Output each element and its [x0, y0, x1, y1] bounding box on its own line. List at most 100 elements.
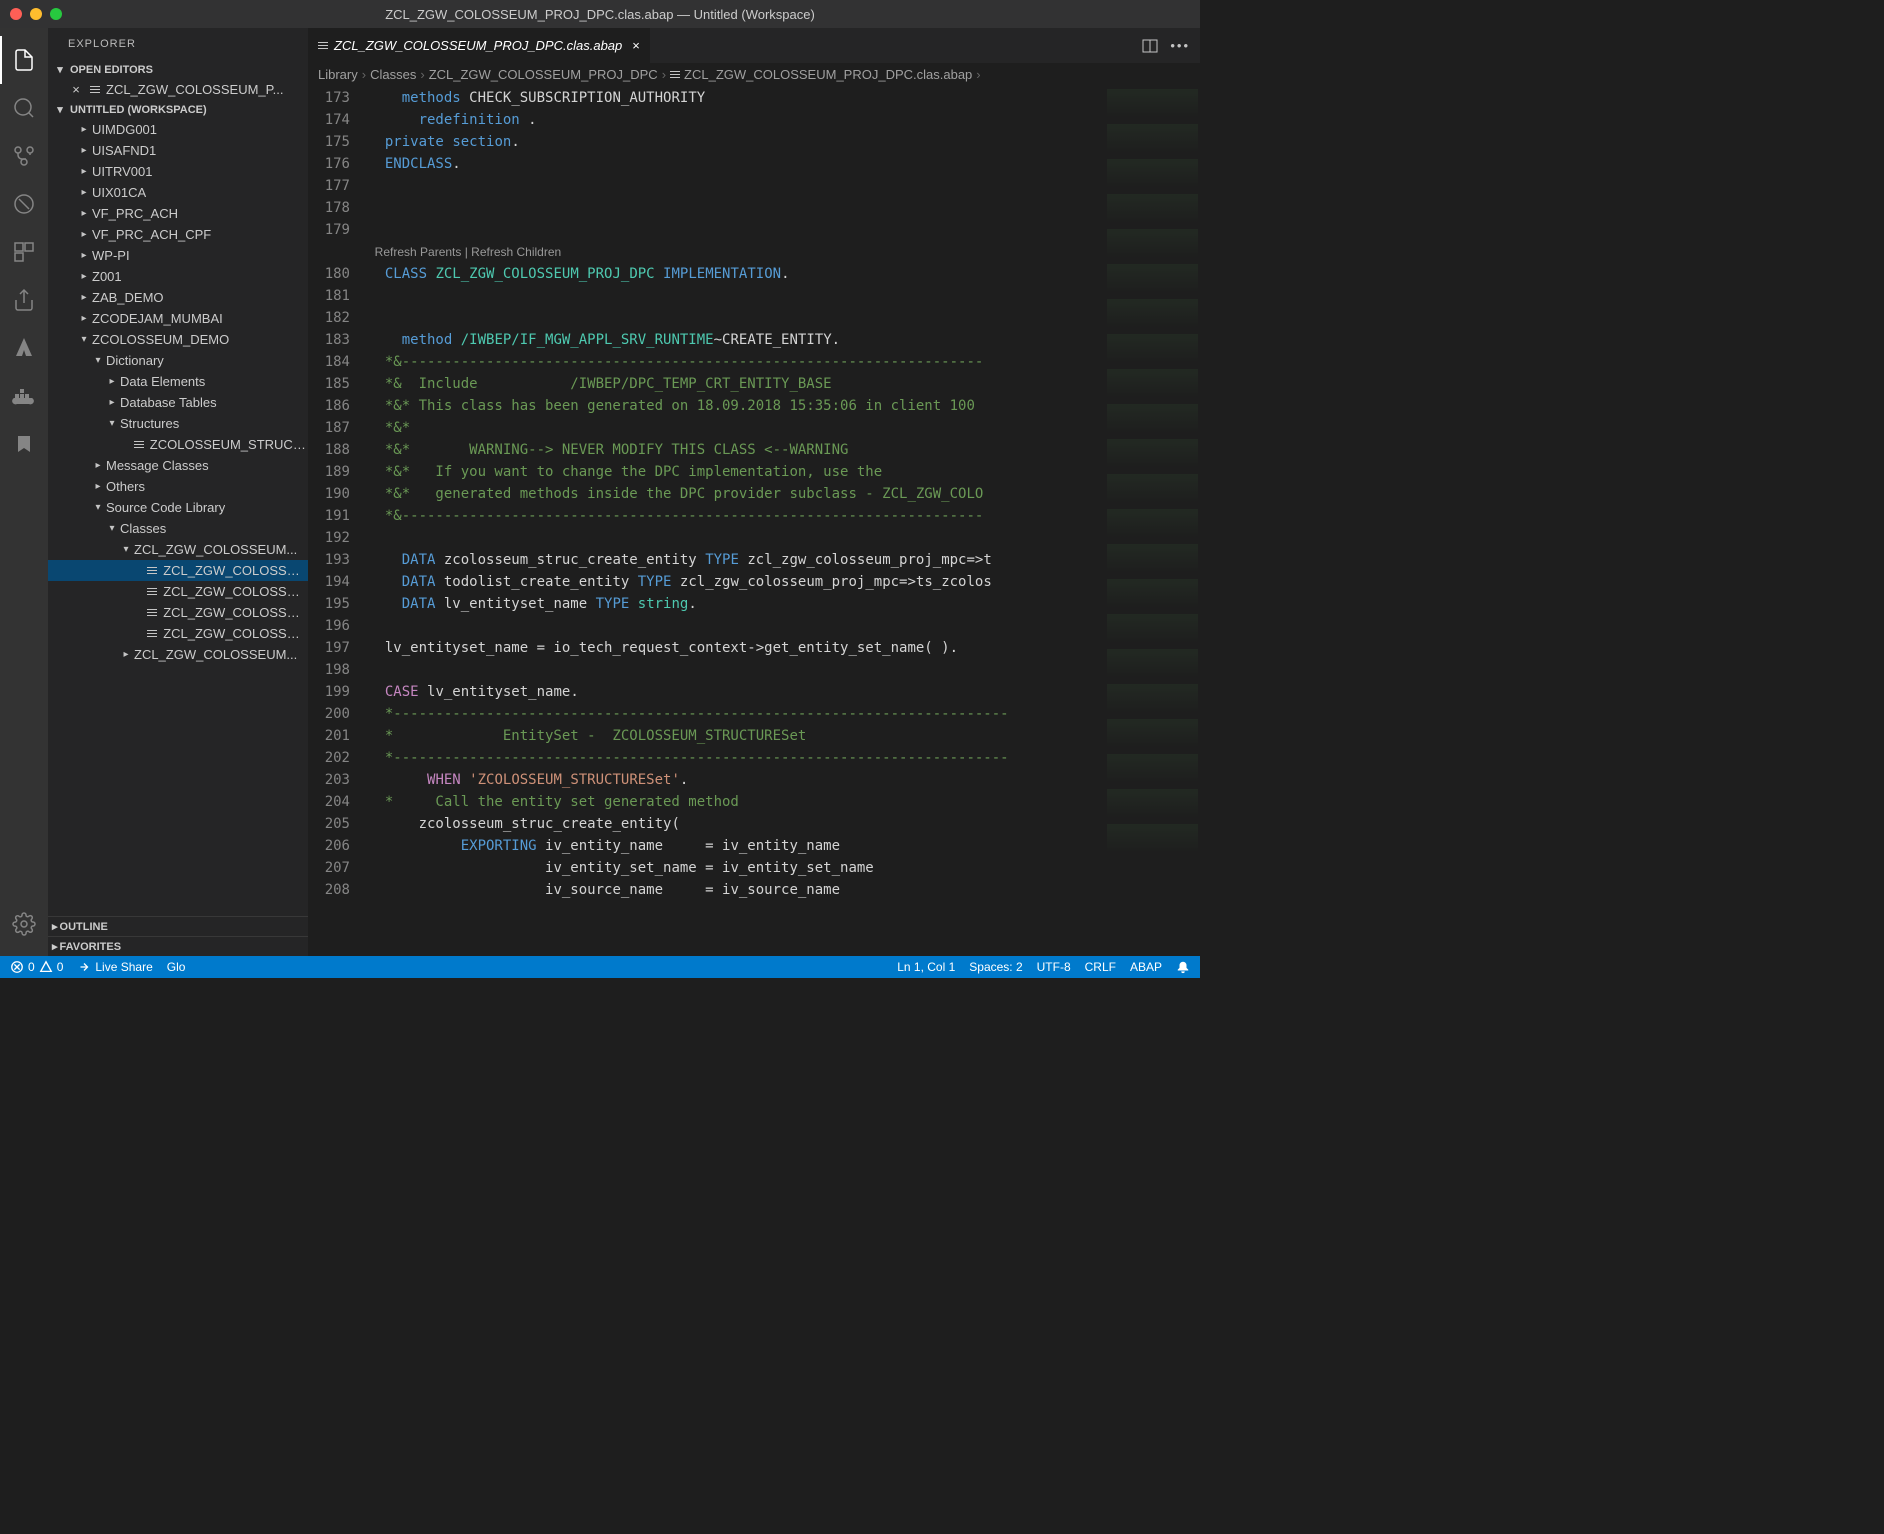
workspace-section[interactable]: ▾ UNTITLED (WORKSPACE): [48, 100, 308, 119]
maximize-window-button[interactable]: [50, 8, 62, 20]
minimize-window-button[interactable]: [30, 8, 42, 20]
chevron-right-icon: ▸: [76, 208, 92, 219]
line-number-gutter: 1731741751761771781791801811821831841851…: [308, 87, 368, 956]
status-glo[interactable]: Glo: [167, 960, 186, 974]
share-icon: [12, 288, 36, 312]
extensions-activity[interactable]: [0, 228, 48, 276]
tree-item[interactable]: ▸VF_PRC_ACH_CPF: [48, 224, 308, 245]
tree-item-label: Structures: [120, 416, 179, 431]
tree-item[interactable]: ▸WP-PI: [48, 245, 308, 266]
chevron-down-icon: ▾: [104, 418, 120, 429]
split-editor-icon[interactable]: [1142, 38, 1158, 54]
open-editors-section[interactable]: ▾ OPEN EDITORS: [48, 60, 308, 79]
tree-item[interactable]: ▾Classes: [48, 518, 308, 539]
tree-item[interactable]: ▸UIMDG001: [48, 119, 308, 140]
outline-section[interactable]: ▸ OUTLINE: [48, 916, 308, 936]
file-icon: [147, 609, 157, 616]
sidebar-title: EXPLORER: [48, 28, 308, 60]
tree-item[interactable]: ▸ZCODEJAM_MUMBAI: [48, 308, 308, 329]
tree-item[interactable]: ▾Source Code Library: [48, 497, 308, 518]
settings-activity[interactable]: [0, 900, 48, 948]
tree-item[interactable]: ▾Dictionary: [48, 350, 308, 371]
tree-item-label: VF_PRC_ACH: [92, 206, 178, 221]
tree-item[interactable]: ZCL_ZGW_COLOSSEU...: [48, 623, 308, 644]
window-title: ZCL_ZGW_COLOSSEUM_PROJ_DPC.clas.abap — U…: [385, 7, 815, 22]
status-liveshare[interactable]: Live Share: [77, 960, 152, 974]
source-control-activity[interactable]: [0, 132, 48, 180]
sidebar: EXPLORER ▾ OPEN EDITORS × ZCL_ZGW_COLOSS…: [48, 28, 308, 956]
tree-item[interactable]: ▸ZCL_ZGW_COLOSSEUM...: [48, 644, 308, 665]
breadcrumb-item[interactable]: ZCL_ZGW_COLOSSEUM_PROJ_DPC: [429, 67, 658, 82]
status-notifications[interactable]: [1176, 960, 1190, 974]
chevron-right-icon: ▸: [76, 313, 92, 324]
tree-item[interactable]: ▸UISAFND1: [48, 140, 308, 161]
tree-item[interactable]: ZCL_ZGW_COLOSSEU...: [48, 581, 308, 602]
status-cursor-position[interactable]: Ln 1, Col 1: [897, 960, 955, 974]
tree-item-label: ZCOLOSSEUM_STRUCT...: [150, 437, 308, 452]
status-eol[interactable]: CRLF: [1085, 960, 1116, 974]
more-actions-icon[interactable]: •••: [1170, 38, 1190, 53]
tree-item[interactable]: ▸Message Classes: [48, 455, 308, 476]
minimap[interactable]: [1105, 87, 1200, 956]
close-window-button[interactable]: [10, 8, 22, 20]
tree-item-label: UITRV001: [92, 164, 152, 179]
tree-item[interactable]: ▾ZCOLOSSEUM_DEMO: [48, 329, 308, 350]
chevron-right-icon: ▸: [52, 940, 58, 953]
breadcrumb-item[interactable]: ZCL_ZGW_COLOSSEUM_PROJ_DPC.clas.abap: [684, 67, 972, 82]
tree-item-label: Message Classes: [106, 458, 209, 473]
bookmark-activity[interactable]: [0, 420, 48, 468]
azure-icon: [12, 336, 36, 360]
tree-item[interactable]: ZCL_ZGW_COLOSSEU...: [48, 560, 308, 581]
git-branch-icon: [12, 144, 36, 168]
tree-item[interactable]: ▸Z001: [48, 266, 308, 287]
tree-item[interactable]: ▾Structures: [48, 413, 308, 434]
tree-item[interactable]: ▸Database Tables: [48, 392, 308, 413]
file-tree[interactable]: ▸UIMDG001▸UISAFND1▸UITRV001▸UIX01CA▸VF_P…: [48, 119, 308, 916]
status-errors[interactable]: 0 0: [10, 960, 63, 974]
chevron-right-icon: ▸: [76, 292, 92, 303]
tree-item[interactable]: ZCOLOSSEUM_STRUCT...: [48, 434, 308, 455]
tree-item[interactable]: ZCL_ZGW_COLOSSEU...: [48, 602, 308, 623]
chevron-down-icon: ▾: [90, 502, 106, 513]
status-indentation[interactable]: Spaces: 2: [969, 960, 1022, 974]
tree-item[interactable]: ▸UIX01CA: [48, 182, 308, 203]
tree-item[interactable]: ▸ZAB_DEMO: [48, 287, 308, 308]
tree-item[interactable]: ▸Data Elements: [48, 371, 308, 392]
tree-item-label: ZCOLOSSEUM_DEMO: [92, 332, 229, 347]
tree-item[interactable]: ▸UITRV001: [48, 161, 308, 182]
breadcrumb-item[interactable]: Library: [318, 67, 358, 82]
activity-bar: [0, 28, 48, 956]
tree-item-label: Z001: [92, 269, 122, 284]
chevron-right-icon: ▸: [52, 920, 58, 933]
code-content[interactable]: methods CHECK_SUBSCRIPTION_AUTHORITY red…: [368, 87, 1105, 956]
code-editor[interactable]: 1731741751761771781791801811821831841851…: [308, 87, 1105, 956]
tree-item-label: VF_PRC_ACH_CPF: [92, 227, 211, 242]
tab-filename: ZCL_ZGW_COLOSSEUM_PROJ_DPC.clas.abap: [334, 38, 622, 53]
breadcrumb-item[interactable]: Classes: [370, 67, 416, 82]
search-activity[interactable]: [0, 84, 48, 132]
azure-activity[interactable]: [0, 324, 48, 372]
status-language[interactable]: ABAP: [1130, 960, 1162, 974]
editor-tab[interactable]: ZCL_ZGW_COLOSSEUM_PROJ_DPC.clas.abap ×: [308, 28, 651, 63]
debug-activity[interactable]: [0, 180, 48, 228]
tree-item[interactable]: ▸VF_PRC_ACH: [48, 203, 308, 224]
docker-activity[interactable]: [0, 372, 48, 420]
tree-item-label: UIX01CA: [92, 185, 146, 200]
error-icon: [10, 960, 24, 974]
breadcrumb[interactable]: Library › Classes › ZCL_ZGW_COLOSSEUM_PR…: [308, 63, 1200, 87]
status-encoding[interactable]: UTF-8: [1037, 960, 1071, 974]
tree-item-label: ZCL_ZGW_COLOSSEU...: [163, 563, 308, 578]
favorites-section[interactable]: ▸ FAVORITES: [48, 936, 308, 956]
close-tab-icon[interactable]: ×: [632, 38, 640, 53]
share-activity[interactable]: [0, 276, 48, 324]
chevron-right-icon: ›: [362, 67, 366, 82]
chevron-right-icon: ›: [420, 67, 424, 82]
explorer-activity[interactable]: [0, 36, 48, 84]
tree-item-label: Data Elements: [120, 374, 205, 389]
file-icon: [90, 86, 100, 93]
bug-icon: [12, 192, 36, 216]
close-icon[interactable]: ×: [68, 82, 84, 97]
tree-item[interactable]: ▾ZCL_ZGW_COLOSSEUM...: [48, 539, 308, 560]
tree-item[interactable]: ▸Others: [48, 476, 308, 497]
open-editor-item[interactable]: × ZCL_ZGW_COLOSSEUM_P...: [48, 79, 308, 100]
